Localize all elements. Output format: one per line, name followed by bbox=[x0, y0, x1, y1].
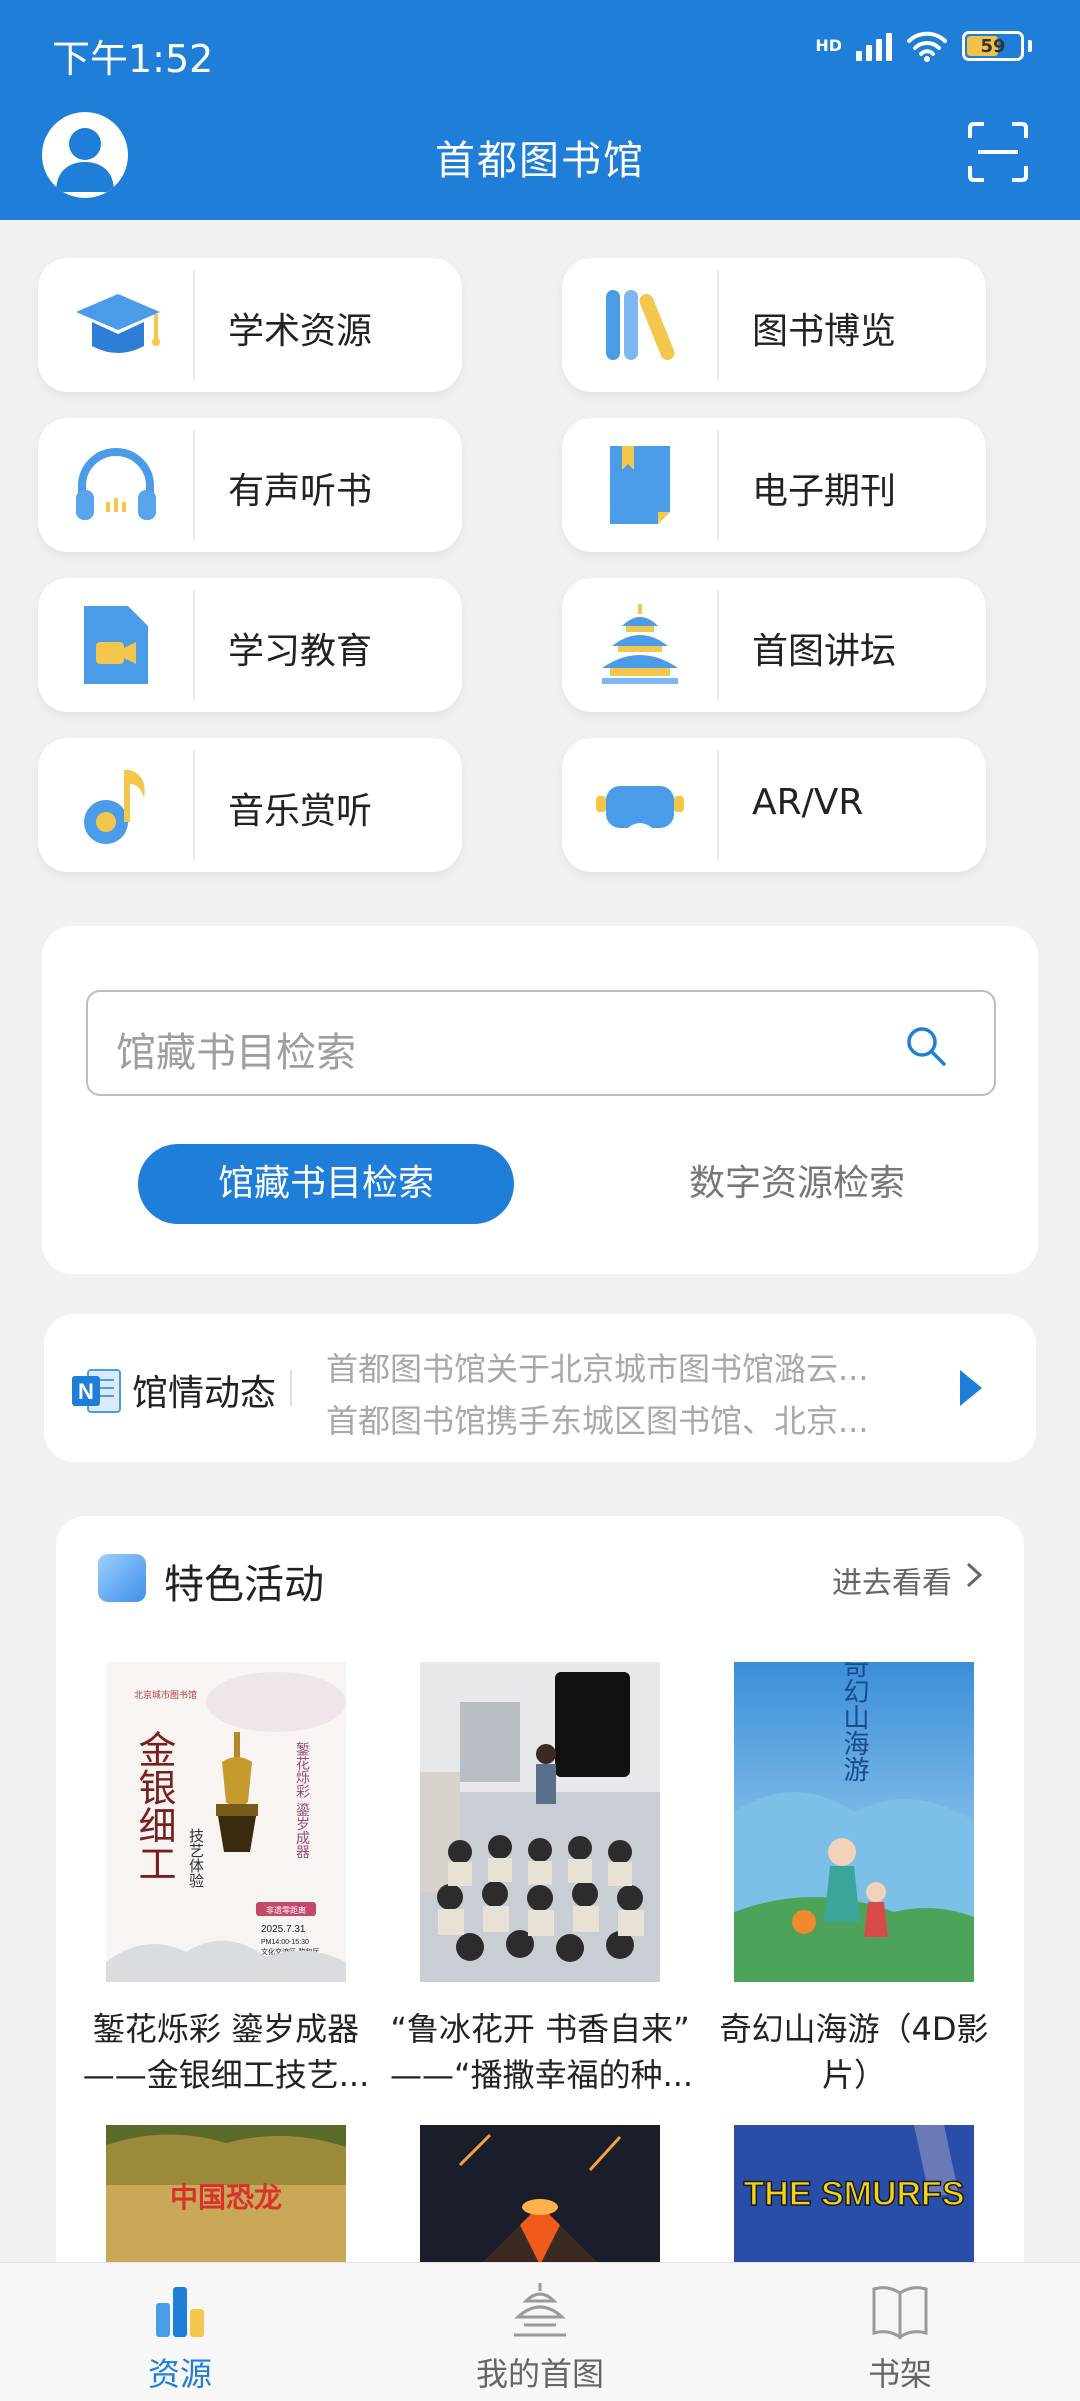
category-audiobooks[interactable]: 有声听书 bbox=[38, 418, 462, 552]
caption-line: ——金银细工技艺... bbox=[82, 2056, 370, 2094]
classroom-photo bbox=[420, 1662, 660, 1982]
search-input[interactable]: 馆藏书目检索 bbox=[86, 990, 996, 1096]
category-e-journals[interactable]: 电子期刊 bbox=[562, 418, 986, 552]
poster-title: 奇幻山海游 bbox=[839, 1662, 869, 1782]
poster-side-text: 錾花烁彩 鎏岁成器 bbox=[294, 1741, 310, 1858]
network-badge: HD bbox=[815, 36, 842, 55]
magazine-icon bbox=[610, 446, 670, 524]
poster-date: 2025.7.31 bbox=[261, 1924, 306, 1935]
vr-headset-icon bbox=[596, 786, 684, 828]
nav-label: 我的首图 bbox=[475, 2355, 604, 2393]
activity-caption[interactable]: “鲁冰花开 书香自来” ——“播撒幸福的种... bbox=[390, 2006, 690, 2098]
activity-poster[interactable]: THE SMURFS bbox=[734, 2125, 974, 2265]
battery-level: 59 bbox=[980, 35, 1006, 57]
poster-badge: 非遗零距离 bbox=[266, 1905, 306, 1915]
status-indicators: HD 59 bbox=[815, 30, 1032, 62]
activity-caption[interactable]: 錾花烁彩 鎏岁成器 ——金银细工技艺... bbox=[76, 2006, 376, 2098]
poster-title: 中国恐龙 bbox=[170, 2181, 282, 2214]
news-title: 馆情动态 bbox=[132, 1373, 277, 1414]
news-item[interactable]: 首都图书馆携手东城区图书馆、北京... bbox=[326, 1396, 926, 1442]
poster-gold-silver: 北京城市图书馆 金银细工 技艺体验 錾花烁彩 鎏岁成器 非遗零距离 2025.7… bbox=[106, 1662, 346, 1982]
category-music[interactable]: 音乐赏听 bbox=[38, 738, 462, 872]
category-label: AR/VR bbox=[752, 782, 864, 823]
bottom-navigation: 资源 我的首图 书架 bbox=[0, 2262, 1080, 2401]
activity-poster[interactable] bbox=[420, 2125, 660, 2265]
status-bar: 下午1:52 HD 59 bbox=[0, 0, 1080, 92]
category-academic-resources[interactable]: 学术资源 bbox=[38, 258, 462, 392]
nav-tab-my-library[interactable]: 我的首图 bbox=[420, 2263, 660, 2401]
svg-text:N: N bbox=[78, 1379, 94, 1404]
status-time: 下午1:52 bbox=[52, 37, 214, 81]
app-header: 首都图书馆 bbox=[0, 92, 1080, 220]
section-icon bbox=[98, 1554, 146, 1602]
scan-icon[interactable] bbox=[966, 120, 1030, 184]
signal-icon bbox=[856, 31, 892, 61]
temple-icon bbox=[602, 604, 678, 684]
activity-poster[interactable]: 奇幻山海游 bbox=[734, 1662, 974, 1982]
poster-smurfs: THE SMURFS bbox=[734, 2125, 974, 2265]
poster-time: PM14:00-15:30 bbox=[261, 1939, 309, 1946]
category-label: 电子期刊 bbox=[752, 471, 897, 512]
temple-outline-icon bbox=[514, 2283, 566, 2337]
poster-title: THE SMURFS bbox=[744, 2175, 965, 2213]
activity-poster[interactable]: 北京城市图书馆 金银细工 技艺体验 錾花烁彩 鎏岁成器 非遗零距离 2025.7… bbox=[106, 1662, 346, 1982]
chevron-right-icon[interactable] bbox=[964, 1560, 984, 1590]
nav-label: 书架 bbox=[867, 2355, 932, 2393]
video-file-icon bbox=[84, 606, 148, 684]
nav-tab-resources[interactable]: 资源 bbox=[60, 2263, 300, 2401]
search-icon[interactable] bbox=[904, 1024, 948, 1068]
category-book-expo[interactable]: 图书博览 bbox=[562, 258, 986, 392]
section-title: 特色活动 bbox=[164, 1562, 324, 1608]
category-lecture-forum[interactable]: 首图讲坛 bbox=[562, 578, 986, 712]
activity-caption[interactable]: 奇幻山海游（4D影 片） bbox=[704, 2006, 1004, 2098]
news-panel[interactable]: N 馆情动态 首都图书馆关于北京城市图书馆潞云... 首都图书馆携手东城区图书馆… bbox=[44, 1314, 1036, 1462]
caption-line: ——“播撒幸福的种... bbox=[390, 2056, 690, 2094]
activity-photo[interactable] bbox=[420, 1662, 660, 1982]
music-note-icon bbox=[84, 770, 145, 844]
graduation-cap-icon bbox=[76, 294, 160, 353]
open-book-icon bbox=[872, 2286, 928, 2340]
poster-fantasy-journey: 奇幻山海游 bbox=[734, 1662, 974, 1982]
category-label: 首图讲坛 bbox=[752, 631, 897, 672]
headphones-icon bbox=[76, 448, 156, 520]
news-item[interactable]: 首都图书馆关于北京城市图书馆潞云... bbox=[326, 1344, 926, 1390]
nav-label: 资源 bbox=[147, 2355, 212, 2393]
category-label: 图书博览 bbox=[752, 311, 897, 352]
category-label: 学习教育 bbox=[228, 631, 373, 672]
category-label: 学术资源 bbox=[228, 311, 373, 352]
poster-title: 金银细工 bbox=[132, 1730, 176, 1882]
caption-line: “鲁冰花开 书香自来” bbox=[390, 2010, 690, 2048]
category-label: 有声听书 bbox=[228, 471, 373, 512]
caption-line: 錾花烁彩 鎏岁成器 bbox=[92, 2010, 360, 2048]
poster-org: 北京城市图书馆 bbox=[134, 1689, 197, 1700]
caption-line: 奇幻山海游（4D影 bbox=[719, 2010, 989, 2048]
poster-subtitle: 技艺体验 bbox=[187, 1828, 205, 1888]
caption-line: 片） bbox=[821, 2056, 886, 2094]
search-panel: 馆藏书目检索 馆藏书目检索 数字资源检索 bbox=[42, 926, 1038, 1274]
news-icon: N bbox=[72, 1369, 121, 1413]
battery-icon: 59 bbox=[962, 31, 1024, 61]
poster-chinese-dinosaur: 中国恐龙 bbox=[106, 2125, 346, 2265]
category-ar-vr[interactable]: AR/VR bbox=[562, 738, 986, 872]
wifi-icon bbox=[907, 31, 947, 62]
activity-poster[interactable]: 中国恐龙 bbox=[106, 2125, 346, 2265]
tab-digital-resource-search[interactable]: 数字资源检索 bbox=[602, 1144, 992, 1224]
books-icon bbox=[606, 290, 675, 360]
poster-volcano bbox=[420, 2125, 660, 2265]
bar-chart-icon bbox=[156, 2287, 204, 2337]
nav-tab-bookshelf[interactable]: 书架 bbox=[780, 2263, 1020, 2401]
play-arrow-icon[interactable] bbox=[956, 1368, 984, 1408]
tab-catalog-search[interactable]: 馆藏书目检索 bbox=[138, 1144, 514, 1224]
see-more-link[interactable]: 进去看看 bbox=[832, 1558, 952, 1602]
category-label: 音乐赏听 bbox=[228, 791, 373, 832]
category-learning-education[interactable]: 学习教育 bbox=[38, 578, 462, 712]
page-title: 首都图书馆 bbox=[435, 138, 645, 184]
search-placeholder: 馆藏书目检索 bbox=[116, 1030, 356, 1076]
